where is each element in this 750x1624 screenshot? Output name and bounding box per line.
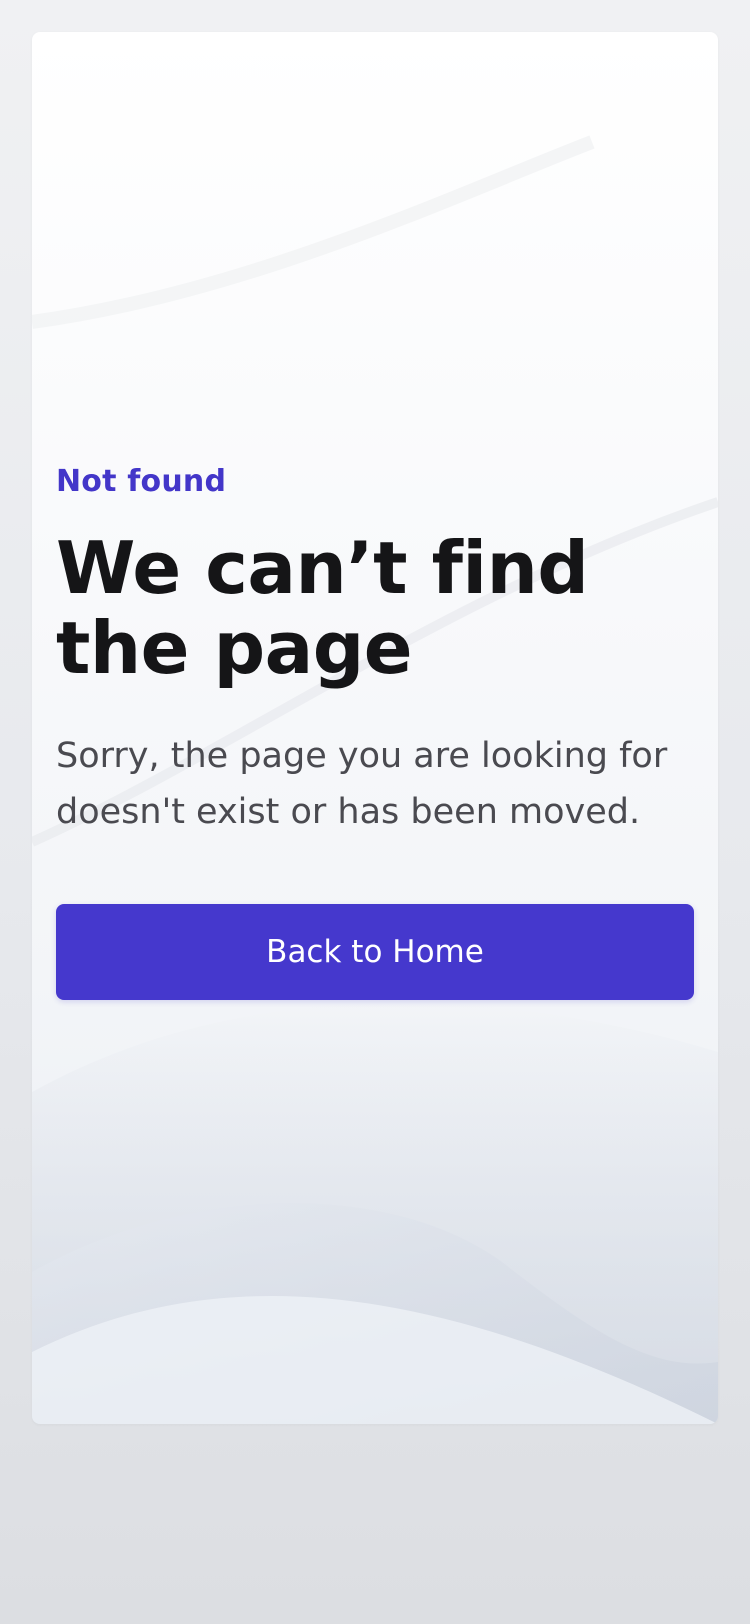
page-title: We can’t find the page	[56, 526, 589, 690]
not-found-label: Not found	[56, 464, 227, 499]
error-description: Sorry, the page you are looking for does…	[56, 736, 668, 832]
error-card: Not found We can’t find the page Sorry, …	[32, 32, 718, 1424]
error-content: Not found We can’t find the page Sorry, …	[56, 462, 694, 1000]
back-to-home-button[interactable]: Back to Home	[56, 904, 694, 1000]
